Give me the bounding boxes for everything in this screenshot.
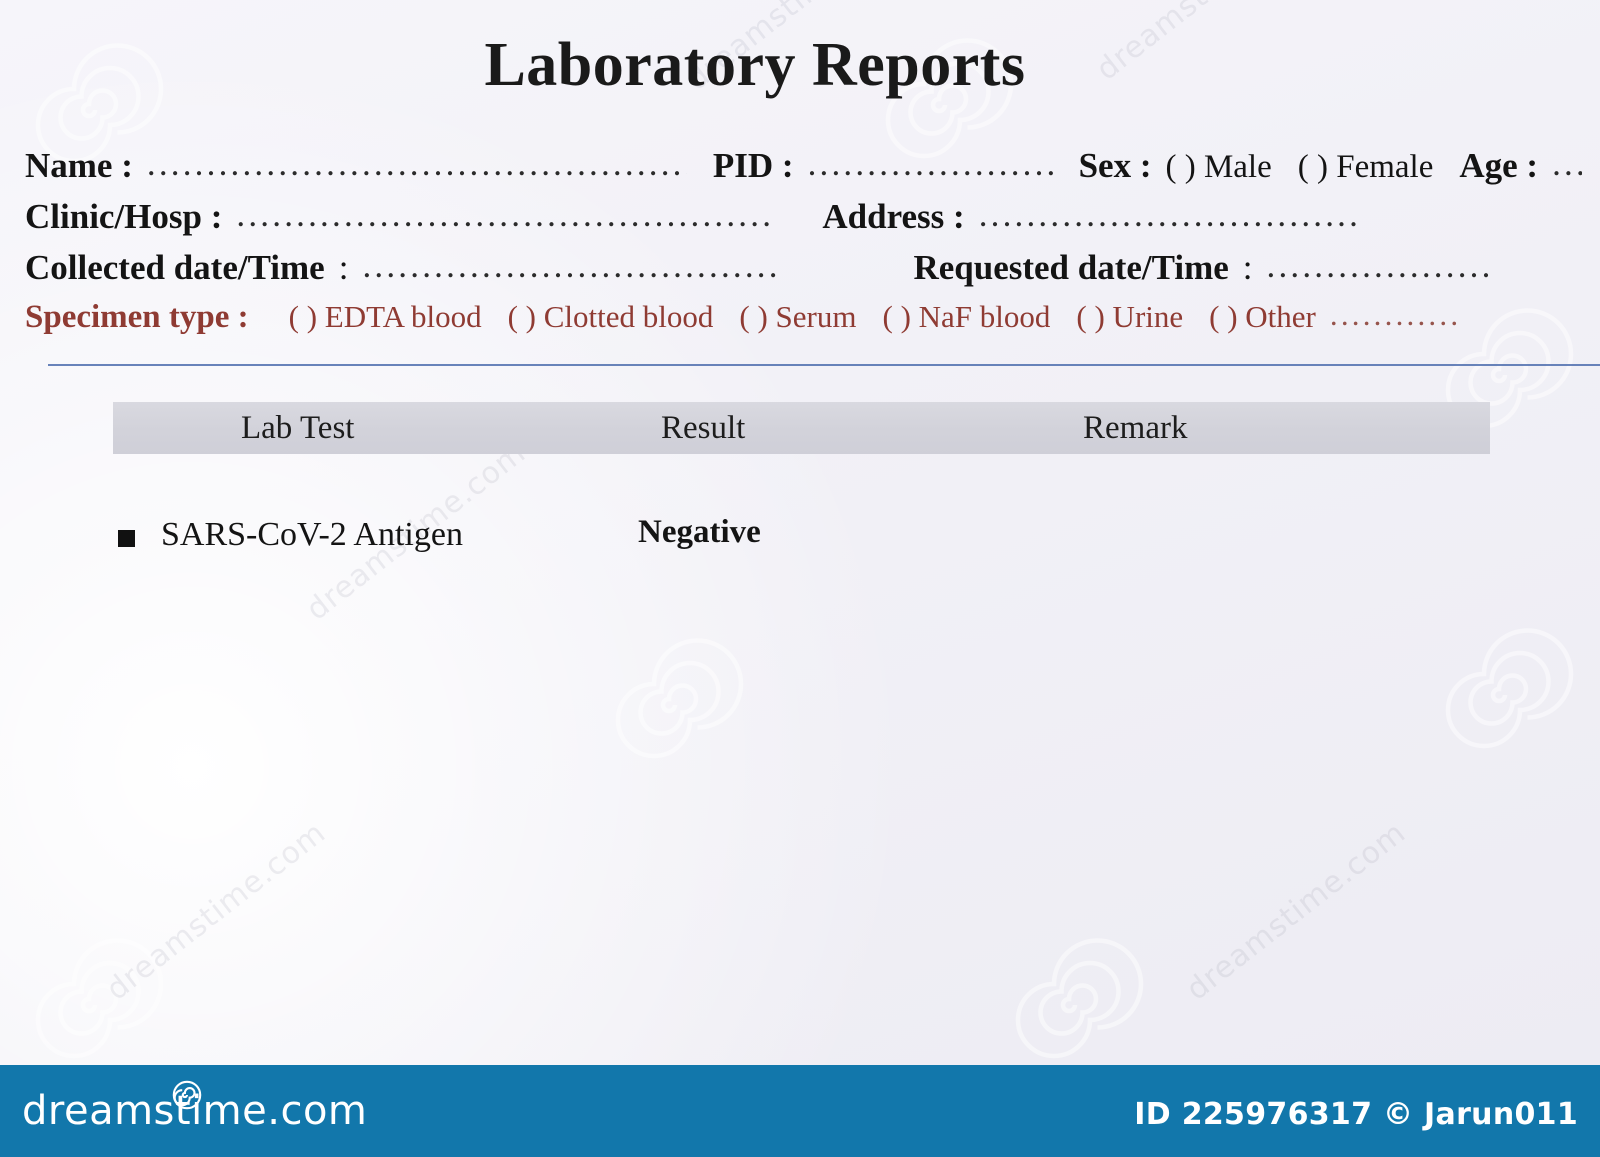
- collected-field[interactable]: ...................................: [362, 248, 887, 283]
- column-header-remark: Remark: [1083, 409, 1188, 446]
- form-row-clinic: Clinic/Hosp : ..........................…: [25, 197, 1600, 250]
- column-header-lab-test: Lab Test: [241, 409, 355, 446]
- section-divider: [48, 364, 1600, 366]
- table-row: SARS-CoV-2 Antigen Negative: [113, 512, 1490, 572]
- specimen-option-edta-blood[interactable]: ( ) EDTA blood: [289, 301, 482, 332]
- sex-option-male[interactable]: ( ) Male: [1165, 151, 1271, 184]
- requested-colon: :: [1242, 248, 1253, 287]
- requested-label: Requested date/Time: [913, 248, 1229, 287]
- paper-sheet: dreamstime.com dreamstime.com dreamstime…: [0, 0, 1600, 1065]
- sex-label: Sex :: [1078, 146, 1152, 185]
- cell-result: Negative: [638, 514, 761, 550]
- image-credit: ID 225976317 © Jarun011: [1134, 1097, 1578, 1132]
- name-label: Name :: [25, 146, 133, 185]
- brand-watermark-text: dreamstime.com: [1180, 815, 1413, 1008]
- pid-field[interactable]: .......................: [808, 146, 1053, 181]
- spiral-logo-icon: [172, 1080, 202, 1110]
- clinic-field[interactable]: ........................................…: [236, 197, 796, 232]
- brand-watermark-text: dreamstime.com: [100, 815, 333, 1008]
- specimen-option-clotted-blood[interactable]: ( ) Clotted blood: [508, 301, 714, 332]
- clinic-label: Clinic/Hosp :: [25, 197, 223, 236]
- specimen-option-urine[interactable]: ( ) Urine: [1076, 301, 1183, 332]
- dreamstime-logo[interactable]: dreamstime.com: [22, 1080, 367, 1135]
- address-field[interactable]: ................................: [979, 197, 1599, 232]
- age-label: Age :: [1459, 146, 1539, 185]
- collected-colon: :: [338, 248, 349, 287]
- name-field[interactable]: ........................................…: [147, 146, 687, 181]
- column-header-result: Result: [661, 409, 746, 446]
- requested-field[interactable]: ...................: [1267, 248, 1557, 283]
- form-row-dates: Collected date/Time : ..................…: [25, 248, 1600, 301]
- cell-lab-test: SARS-CoV-2 Antigen: [161, 516, 463, 553]
- specimen-type-label: Specimen type :: [25, 299, 249, 335]
- form-row-specimen: Specimen type : ( ) EDTA blood ( ) Clott…: [25, 299, 1600, 349]
- watermark-footer-bar: dreamstime.com ID 225976317 © Jarun011: [0, 1065, 1600, 1157]
- specimen-option-serum[interactable]: ( ) Serum: [739, 301, 856, 332]
- page-title: Laboratory Reports: [484, 31, 1026, 99]
- collected-label: Collected date/Time: [25, 248, 325, 287]
- age-field[interactable]: ....: [1552, 146, 1582, 181]
- specimen-other-field[interactable]: ............: [1330, 299, 1480, 330]
- spiral-watermark-icon: [1015, 938, 1144, 1059]
- specimen-option-naf-blood[interactable]: ( ) NaF blood: [883, 301, 1051, 332]
- square-bullet-icon: [118, 530, 135, 547]
- table-header-row: Lab Test Result Remark: [113, 402, 1490, 454]
- sex-option-female[interactable]: ( ) Female: [1298, 151, 1434, 184]
- patient-form: Name : .................................…: [25, 146, 1600, 349]
- spiral-watermark-icon: [615, 638, 744, 759]
- form-row-identity: Name : .................................…: [25, 146, 1600, 199]
- results-table: Lab Test Result Remark SARS-CoV-2 Antige…: [113, 402, 1490, 572]
- spiral-watermark-icon: [35, 938, 164, 1059]
- address-label: Address :: [822, 197, 965, 236]
- pid-label: PID :: [712, 146, 794, 185]
- specimen-option-other[interactable]: ( ) Other: [1209, 301, 1316, 332]
- spiral-watermark-icon: [1445, 628, 1574, 749]
